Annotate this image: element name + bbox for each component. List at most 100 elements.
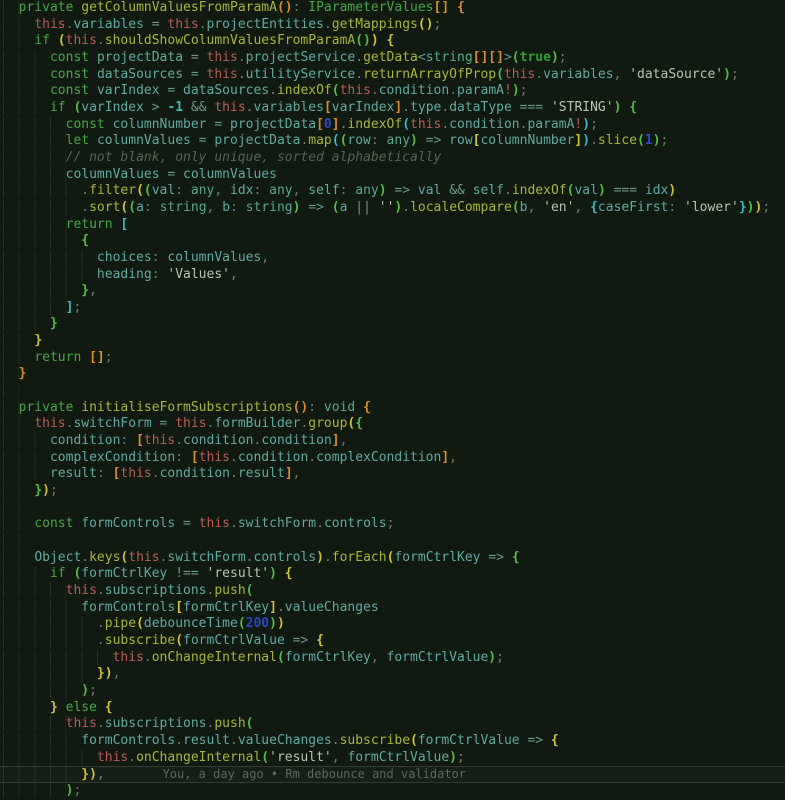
code-line[interactable]: } [0,366,785,383]
code-line[interactable]: heading: 'Values', [0,267,785,284]
code-token: ( [246,716,254,731]
code-token: projectData [230,117,316,132]
code-line[interactable]: .pipe(debounceTime(200)) [0,616,785,633]
code-token: = [175,516,198,531]
code-line[interactable]: choices: columnValues, [0,250,785,267]
code-token: this [207,67,238,82]
code-token: ) [269,616,277,631]
code-token: { [81,233,89,248]
code-token: , [89,283,97,298]
code-line[interactable]: return []; [0,350,785,367]
code-line[interactable]: const columnNumber = projectData[0].inde… [0,117,785,134]
code-token: = [160,83,183,98]
code-token: switchForm [238,516,316,531]
code-token: subscribe [105,633,175,648]
code-token: this [504,67,535,82]
code-line[interactable]: this.subscriptions.push( [0,583,785,600]
code-line[interactable]: this.subscriptions.push( [0,716,785,733]
indent-guides [3,533,34,548]
code-line[interactable]: } [0,333,785,350]
code-token: ) [723,67,731,82]
code-token: variables [543,67,613,82]
code-line[interactable]: const projectData = this.projectService.… [0,50,785,67]
code-line[interactable]: formControls.result.valueChanges.subscri… [0,733,785,750]
code-area[interactable]: private getColumnValuesFromParamA(): IPa… [0,0,785,800]
code-line[interactable]: const varIndex = dataSources.indexOf(thi… [0,83,785,100]
code-token: , [574,200,590,215]
code-token: ( [261,750,269,765]
code-line[interactable]: if (varIndex > -1 && this.variables[varI… [0,100,785,117]
indent-guides [3,200,81,215]
indent-guides [3,383,19,398]
code-line[interactable]: columnValues = columnValues [0,167,785,184]
code-token: ) [488,650,496,665]
code-line[interactable]: return [ [0,217,785,234]
code-line[interactable] [0,500,785,517]
code-line[interactable]: result: [this.condition.result], [0,466,785,483]
code-token: // not blank, only unique, sorted alphab… [66,150,442,165]
code-line-current[interactable]: }),You, a day ago • Rm debounce and vali… [0,766,785,783]
git-blame-annotation: You, a day ago • Rm debounce and validat… [163,767,466,781]
code-line[interactable]: .filter((val: any, idx: any, self: any) … [0,183,785,200]
code-token: varIndex [332,100,395,115]
code-token: let [66,133,97,148]
code-token: this [97,750,128,765]
code-token: formCtrlKey [81,566,167,581]
code-line[interactable]: this.variables = this.projectEntities.ge… [0,17,785,34]
code-token: , [332,750,348,765]
code-token: condition [449,117,519,132]
code-line[interactable]: if (formCtrlKey !== 'result') { [0,566,785,583]
code-token: } [34,483,42,498]
code-token: 0 [324,117,332,132]
indent-guides [3,50,50,65]
code-token: val [152,183,175,198]
code-line[interactable]: this.onChangeInternal('result', formCtrl… [0,750,785,767]
code-line[interactable]: ); [0,783,785,800]
code-token: this [113,650,144,665]
code-line[interactable]: private getColumnValuesFromParamA(): IPa… [0,0,785,17]
code-token: const [34,516,81,531]
code-token: : [308,400,324,415]
code-line[interactable]: }); [0,483,785,500]
code-line[interactable]: }, [0,283,785,300]
code-line[interactable] [0,533,785,550]
code-token: valueChanges [238,733,332,748]
code-line[interactable]: ]; [0,300,785,317]
code-line[interactable] [0,383,785,400]
code-line[interactable]: let columnValues = projectData.map((row:… [0,133,785,150]
code-line[interactable]: ); [0,683,785,700]
code-line[interactable]: condition: [this.condition.condition], [0,433,785,450]
code-line[interactable]: } else { [0,700,785,717]
code-line[interactable]: this.switchForm = this.formBuilder.group… [0,416,785,433]
code-line[interactable]: formControls[formCtrlKey].valueChanges [0,600,785,617]
code-token: : [120,433,136,448]
code-token: . [332,733,340,748]
code-token: idx [230,183,253,198]
code-token: . [152,466,160,481]
code-line[interactable]: complexCondition: [this.condition.comple… [0,450,785,467]
code-line[interactable]: private initialiseFormSubscriptions(): v… [0,400,785,417]
code-token: ] [269,600,277,615]
code-line[interactable]: .sort((a: string, b: string) => (a || ''… [0,200,785,217]
code-line[interactable]: const formControls = this.switchForm.con… [0,516,785,533]
code-line[interactable]: { [0,233,785,250]
code-line[interactable]: } [0,316,785,333]
code-token: . [371,83,379,98]
indent-guides [3,400,19,415]
code-token: -1 [167,100,183,115]
code-line[interactable]: Object.keys(this.switchForm.controls).fo… [0,550,785,567]
code-line[interactable]: this.onChangeInternal(formCtrlKey, formC… [0,650,785,667]
code-token: ) [598,183,606,198]
code-line[interactable]: // not blank, only unique, sorted alphab… [0,150,785,167]
code-token: 'result' [269,750,332,765]
code-token: . [97,583,105,598]
code-token: , [527,200,543,215]
code-token: ( [332,200,340,215]
code-token: string [426,50,473,65]
code-token: ) [512,83,520,98]
code-line[interactable]: const dataSources = this.utilityService.… [0,67,785,84]
code-token: returnArrayOfProp [363,67,496,82]
code-line[interactable]: }), [0,666,785,683]
code-line[interactable]: .subscribe(formCtrlValue => { [0,633,785,650]
code-line[interactable]: if (this.shouldShowColumnValuesFromParam… [0,33,785,50]
